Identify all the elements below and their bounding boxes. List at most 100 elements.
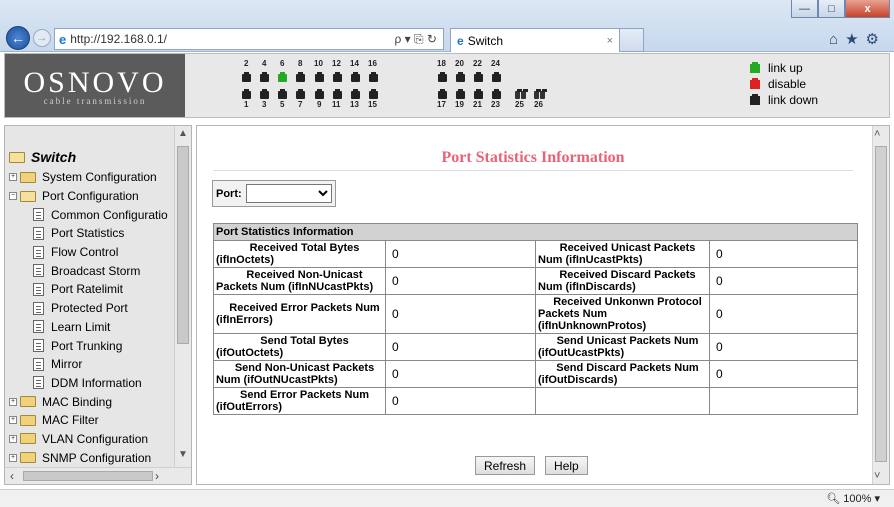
stat-value: 0 [716, 307, 723, 321]
sidebar-item[interactable]: DDM Information [9, 374, 177, 393]
port-19[interactable] [456, 89, 465, 99]
port-11[interactable] [333, 89, 342, 99]
sidebar-item[interactable]: Protected Port [9, 299, 177, 318]
zoom-control[interactable]: 🔍︎ 100% ▾ [826, 492, 880, 505]
port-number: 18 [437, 59, 446, 68]
port-16[interactable] [369, 72, 378, 82]
stat-value: 0 [386, 334, 536, 360]
port-13[interactable] [351, 89, 360, 99]
port-14[interactable] [351, 72, 360, 82]
port-18[interactable] [438, 72, 447, 82]
sidebar-item[interactable]: Flow Control [9, 243, 177, 262]
port-22[interactable] [474, 72, 483, 82]
port-2[interactable] [242, 72, 251, 82]
port-select[interactable] [245, 184, 332, 203]
port-8[interactable] [296, 72, 305, 82]
sidebar-item[interactable]: Port Ratelimit [9, 280, 177, 299]
address-actions[interactable]: ρ ▾ ⎘ ↻ [394, 32, 437, 47]
legend-disable: disable [750, 77, 818, 92]
scroll-right-icon[interactable]: › [155, 469, 159, 483]
address-bar[interactable]: e http://192.168.0.1/ ρ ▾ ⎘ ↻ [54, 28, 444, 50]
stat-value: 0 [386, 241, 536, 267]
expand-icon[interactable]: + [9, 173, 17, 182]
page-icon [33, 357, 44, 371]
port-26[interactable] [534, 89, 541, 99]
folder-icon [20, 171, 36, 183]
stat-label-sub: (ifOutDiscards) [538, 374, 618, 386]
stat-value: 0 [386, 268, 536, 294]
port-6[interactable] [278, 72, 287, 82]
sidebar-item[interactable]: Mirror [9, 355, 177, 374]
sidebar-item[interactable]: Port Trunking [9, 336, 177, 355]
sidebar-item[interactable]: + SNMP Configuration [9, 448, 177, 467]
sidebar-item[interactable]: − Port Configuration [9, 187, 177, 206]
scroll-thumb[interactable] [875, 146, 887, 462]
port-25-b[interactable] [521, 89, 528, 99]
port-12[interactable] [333, 72, 342, 82]
port-9[interactable] [315, 89, 324, 99]
port-15[interactable] [369, 89, 378, 99]
new-tab-button[interactable] [620, 28, 644, 52]
port-17[interactable] [438, 89, 447, 99]
port-selector: Port: [212, 180, 336, 207]
sidebar-item-label: System Configuration [42, 170, 157, 185]
help-button[interactable]: Help [545, 456, 588, 475]
port-26-b[interactable] [540, 89, 547, 99]
browser-tools[interactable]: ⌂★⚙ [829, 30, 886, 48]
scroll-thumb[interactable] [23, 471, 153, 481]
folder-open-icon [20, 190, 36, 202]
sidebar-item[interactable]: Learn Limit [9, 318, 177, 337]
port-1[interactable] [242, 89, 251, 99]
tab-close-icon[interactable]: × [607, 35, 613, 47]
scroll-down-icon[interactable]: ▼ [175, 449, 191, 465]
scroll-down-icon[interactable]: ˅ [874, 470, 880, 482]
port-number: 20 [455, 59, 464, 68]
tree-root[interactable]: Switch [9, 146, 177, 168]
expand-icon[interactable]: + [9, 434, 17, 443]
collapse-icon[interactable]: − [9, 192, 17, 201]
port-3[interactable] [260, 89, 269, 99]
sidebar-item[interactable]: + VLAN Configuration [9, 430, 177, 449]
sidebar-item[interactable]: + System Configuration [9, 168, 177, 187]
scroll-thumb[interactable] [177, 146, 189, 344]
expand-icon[interactable]: + [9, 416, 17, 425]
sidebar-vertical-scrollbar[interactable]: ▲ ▼ [174, 126, 191, 467]
sidebar-item[interactable]: + MAC Binding [9, 392, 177, 411]
legend-label: link up [768, 61, 803, 75]
sidebar-item-label: DDM Information [51, 375, 142, 390]
sidebar-horizontal-scrollbar[interactable]: ‹ › [5, 467, 191, 484]
forward-button[interactable]: → [33, 29, 51, 47]
expand-icon[interactable]: + [9, 453, 17, 462]
port-21[interactable] [474, 89, 483, 99]
folder-icon [20, 433, 36, 445]
back-button[interactable]: ← [6, 26, 30, 50]
sidebar-item[interactable]: + MAC Filter [9, 411, 177, 430]
scroll-up-icon[interactable]: ˄ [874, 128, 880, 140]
legend-label: disable [768, 77, 807, 91]
port-25[interactable] [515, 89, 522, 99]
maximize-button[interactable]: □ [818, 0, 845, 18]
minimize-button[interactable]: — [791, 0, 818, 18]
tab-switch[interactable]: e Switch × [450, 28, 620, 52]
port-24[interactable] [492, 72, 501, 82]
sidebar-item[interactable]: Broadcast Storm [9, 261, 177, 280]
close-window-button[interactable]: x [845, 0, 890, 18]
stat-label-title: Received Unkonwn Protocol [553, 296, 702, 308]
scroll-left-icon[interactable]: ‹ [10, 469, 14, 483]
expand-icon[interactable]: + [9, 397, 17, 406]
logo: OSNOVO cable transmission [5, 54, 185, 117]
stat-value: 0 [716, 340, 723, 354]
stat-label-title: Send Discard Packets Num [556, 362, 699, 374]
port-10[interactable] [315, 72, 324, 82]
port-20[interactable] [456, 72, 465, 82]
port-7[interactable] [296, 89, 305, 99]
port-23[interactable] [492, 89, 501, 99]
main-vertical-scrollbar[interactable]: ˄ ˅ [872, 126, 889, 484]
stat-label-sub: (ifOutUcastPkts) [538, 347, 625, 359]
sidebar-item[interactable]: Port Statistics [9, 224, 177, 243]
refresh-button[interactable]: Refresh [475, 456, 536, 475]
sidebar-item[interactable]: Common Configuratio [9, 205, 177, 224]
scroll-up-icon[interactable]: ▲ [175, 128, 191, 144]
port-5[interactable] [278, 89, 287, 99]
port-4[interactable] [260, 72, 269, 82]
